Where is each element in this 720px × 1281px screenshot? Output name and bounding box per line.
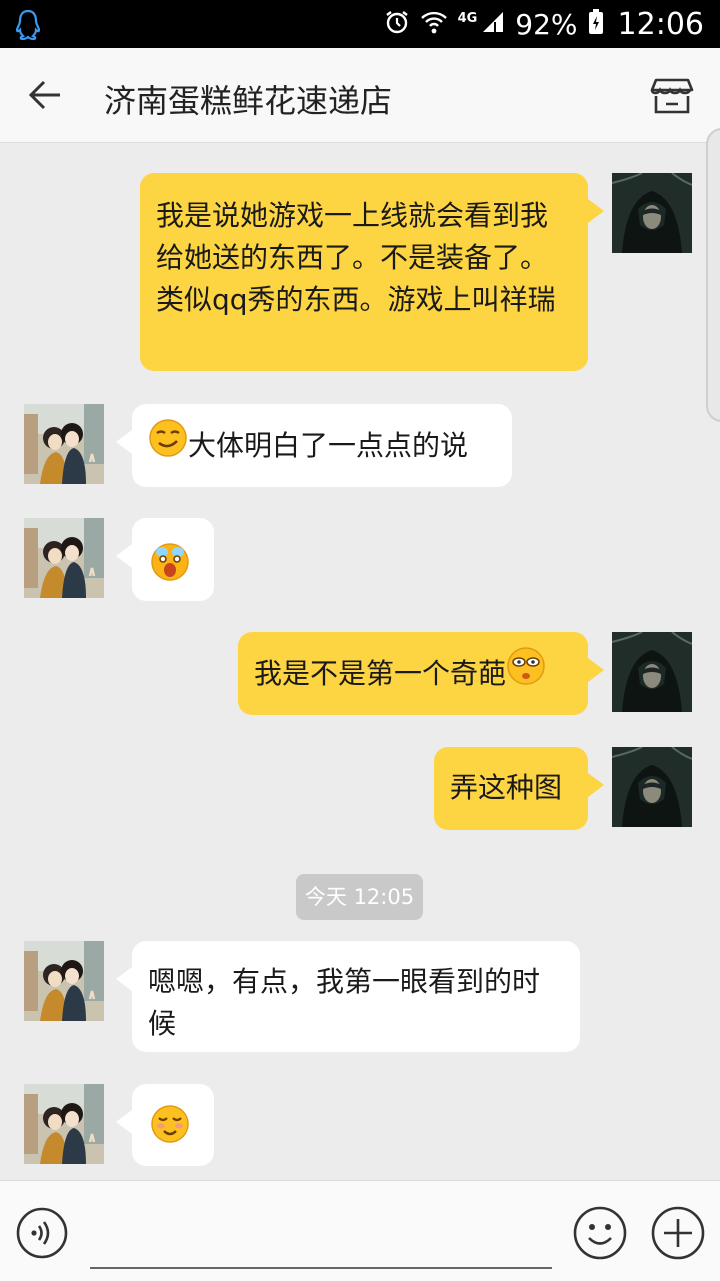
smirk-emoji-icon bbox=[148, 418, 188, 470]
message-bubble[interactable]: 我是不是第一个奇葩 bbox=[238, 632, 604, 715]
message-input[interactable] bbox=[90, 1267, 552, 1269]
battery-charging-icon bbox=[588, 9, 604, 39]
message-text: 弄这种图 bbox=[450, 771, 563, 804]
alarm-icon bbox=[384, 9, 410, 39]
network-type: 4G bbox=[457, 10, 478, 26]
crying-emoji-icon bbox=[148, 543, 192, 589]
qq-notification-icon bbox=[14, 8, 42, 44]
message-text: 我是说她游戏一上线就会看到我给她送的东西了。不是装备了。类似qq秀的东西。游戏上… bbox=[156, 199, 556, 316]
message-bubble[interactable]: 嗯嗯，有点，我第一眼看到的时候 bbox=[116, 941, 580, 1052]
message-bubble[interactable] bbox=[116, 1084, 214, 1166]
message-bubble[interactable]: 我是说她游戏一上线就会看到我给她送的东西了。不是装备了。类似qq秀的东西。游戏上… bbox=[140, 173, 604, 371]
my-avatar[interactable] bbox=[612, 173, 692, 253]
battery-percent: 92% bbox=[515, 7, 578, 41]
message-text: 我是不是第一个奇葩 bbox=[254, 657, 507, 690]
contact-avatar[interactable] bbox=[24, 1084, 104, 1164]
message-text: 嗯嗯，有点，我第一眼看到的时候 bbox=[148, 965, 541, 1040]
input-bar bbox=[0, 1180, 720, 1281]
contact-avatar[interactable] bbox=[24, 518, 104, 598]
my-avatar[interactable] bbox=[612, 632, 692, 712]
message-bubble[interactable]: 大体明白了一点点的说 bbox=[116, 404, 512, 487]
shop-icon[interactable] bbox=[650, 72, 694, 120]
signal-icon bbox=[481, 10, 505, 38]
back-arrow-icon[interactable] bbox=[26, 76, 64, 118]
contact-avatar[interactable] bbox=[24, 404, 104, 484]
message-bubble[interactable] bbox=[116, 518, 214, 601]
contact-avatar[interactable] bbox=[24, 941, 104, 1021]
message-bubble[interactable]: 弄这种图 bbox=[434, 747, 604, 830]
message-text: 大体明白了一点点的说 bbox=[188, 429, 469, 462]
wifi-icon bbox=[420, 9, 448, 39]
voice-input-icon[interactable] bbox=[16, 1207, 68, 1263]
emoji-picker-icon[interactable] bbox=[572, 1205, 628, 1265]
timestamp-badge: 今天 12:05 bbox=[296, 874, 423, 920]
scroll-edge-indicator bbox=[706, 128, 720, 422]
my-avatar[interactable] bbox=[612, 747, 692, 827]
add-more-icon[interactable] bbox=[650, 1205, 706, 1265]
chat-title: 济南蛋糕鲜花速递店 bbox=[104, 82, 393, 120]
awkward-emoji-icon bbox=[506, 646, 546, 698]
clock: 12:06 bbox=[617, 6, 704, 42]
chat-header: 济南蛋糕鲜花速递店 bbox=[0, 48, 720, 143]
shy-laugh-emoji-icon bbox=[150, 1105, 190, 1151]
status-bar: 4G 92% 12:06 bbox=[0, 0, 720, 48]
